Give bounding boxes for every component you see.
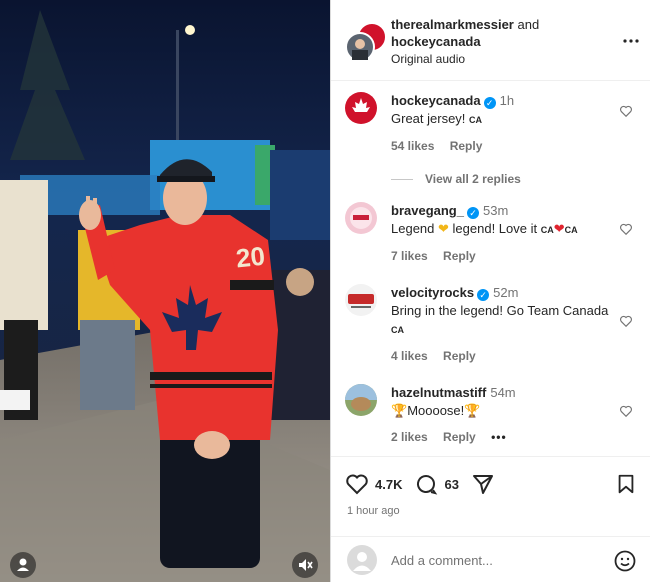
dog-photo-icon (345, 384, 377, 411)
comment-item: bravegang_ ✓ 53m Legend ❤ legend! Love it … (345, 202, 645, 272)
avatar[interactable] (345, 92, 377, 124)
username-hockeycanada[interactable]: hockeycanada (391, 34, 481, 49)
collab-joiner: and (517, 17, 540, 32)
verified-badge-icon: ✓ (477, 289, 490, 301)
like-heart-icon[interactable] (345, 472, 369, 496)
comment-bubble-icon[interactable] (414, 472, 438, 496)
comment-username[interactable]: velocityrocks (391, 285, 474, 300)
velocityrocks-logo-icon (348, 294, 374, 308)
comment-item: velocityrocks ✓ 52m Bring in the legend! G… (345, 284, 645, 368)
post-header: therealmarkmessier and hockeycanada Orig… (331, 0, 650, 81)
comment-time: 54m (490, 385, 516, 400)
canada-flag-icon: CA (469, 115, 483, 125)
comment-text: Bring in the legend! Go Team Canada (391, 303, 609, 318)
avatar[interactable] (345, 202, 377, 234)
comment-composer: Add a comment... (331, 536, 650, 583)
comment-time: 1h (499, 93, 515, 108)
current-user-avatar (347, 545, 377, 575)
emoji-icon[interactable] (613, 549, 637, 573)
comment-likes[interactable]: 4 likes (391, 349, 428, 363)
view-replies-button[interactable]: View all 2 replies (391, 172, 521, 186)
post-side-panel: therealmarkmessier and hockeycanada Orig… (330, 0, 650, 582)
heart-icon[interactable] (619, 404, 633, 418)
reply-button[interactable]: Reply (450, 139, 483, 153)
comment-likes[interactable]: 7 likes (391, 249, 428, 263)
add-comment-input[interactable]: Add a comment... (391, 553, 493, 568)
more-horizontal-icon (623, 39, 639, 43)
more-options-button[interactable] (623, 30, 639, 48)
comment-item: hockeycanada ✓ 1h Great jersey! CA 54 like… (345, 92, 645, 172)
comment-item: hazelnutmastiff 54m 🏆Moooose!🏆 2 likes Re… (345, 384, 645, 448)
default-user-icon (353, 552, 371, 571)
comment-text: Great jersey! (391, 111, 466, 126)
comment-count[interactable]: 63 (444, 477, 458, 492)
comment-username[interactable]: hockeycanada (391, 93, 481, 108)
comment-username[interactable]: bravegang_ (391, 203, 464, 218)
reel-video[interactable]: 20 (0, 0, 330, 582)
therealmarkmessier-avatar (345, 32, 375, 62)
like-count[interactable]: 4.7K (375, 477, 402, 492)
collab-avatars[interactable] (345, 22, 387, 62)
canada-flag-icon: CA (540, 225, 554, 235)
reply-button[interactable]: Reply (443, 430, 476, 444)
canada-flag-icon: CA (391, 325, 404, 335)
user-icon (17, 558, 29, 571)
comment-text-part: Legend (391, 221, 435, 236)
heart-icon[interactable] (619, 104, 633, 118)
avatar[interactable] (345, 284, 377, 316)
red-heart-icon: ❤ (553, 221, 565, 236)
bookmark-icon[interactable] (615, 473, 637, 495)
heart-icon[interactable] (619, 222, 633, 236)
video-frame (0, 0, 330, 582)
original-audio-link[interactable]: Original audio (391, 52, 465, 66)
username-therealmarkmessier[interactable]: therealmarkmessier (391, 17, 514, 32)
collab-names: therealmarkmessier and hockeycanada (391, 16, 539, 50)
tagged-users-button[interactable] (10, 552, 36, 578)
heart-yellow-icon: ❤ (438, 221, 449, 236)
mute-button[interactable] (292, 552, 318, 578)
comment-username[interactable]: hazelnutmastiff (391, 385, 486, 400)
avatar[interactable] (345, 384, 377, 416)
canada-flag-icon: CA (564, 225, 578, 235)
comment-time: 52m (493, 285, 519, 300)
bravegang-logo-icon (350, 207, 372, 229)
reply-button[interactable]: Reply (443, 249, 476, 263)
verified-badge-icon: ✓ (466, 207, 479, 219)
jersey-number: 20 (234, 240, 267, 274)
trophy-icon: 🏆 (391, 403, 408, 418)
comment-text-part: legend! Love it (452, 221, 538, 236)
trophy-icon: 🏆 (464, 403, 481, 418)
comment-options-button[interactable]: ••• (491, 430, 507, 444)
post-time-ago: 1 hour ago (347, 505, 400, 517)
action-bar: 4.7K 63 1 hour ago (331, 456, 650, 527)
muted-speaker-icon (299, 559, 313, 571)
comment-likes[interactable]: 54 likes (391, 139, 434, 153)
heart-icon[interactable] (619, 314, 633, 328)
comment-likes[interactable]: 2 likes (391, 430, 428, 444)
comment-text: Moooose! (407, 403, 465, 418)
verified-badge-icon: ✓ (483, 97, 496, 109)
share-paper-plane-icon[interactable] (471, 472, 495, 496)
hockey-canada-logo-icon (352, 98, 370, 112)
comment-time: 53m (482, 203, 509, 218)
reply-button[interactable]: Reply (443, 349, 476, 363)
